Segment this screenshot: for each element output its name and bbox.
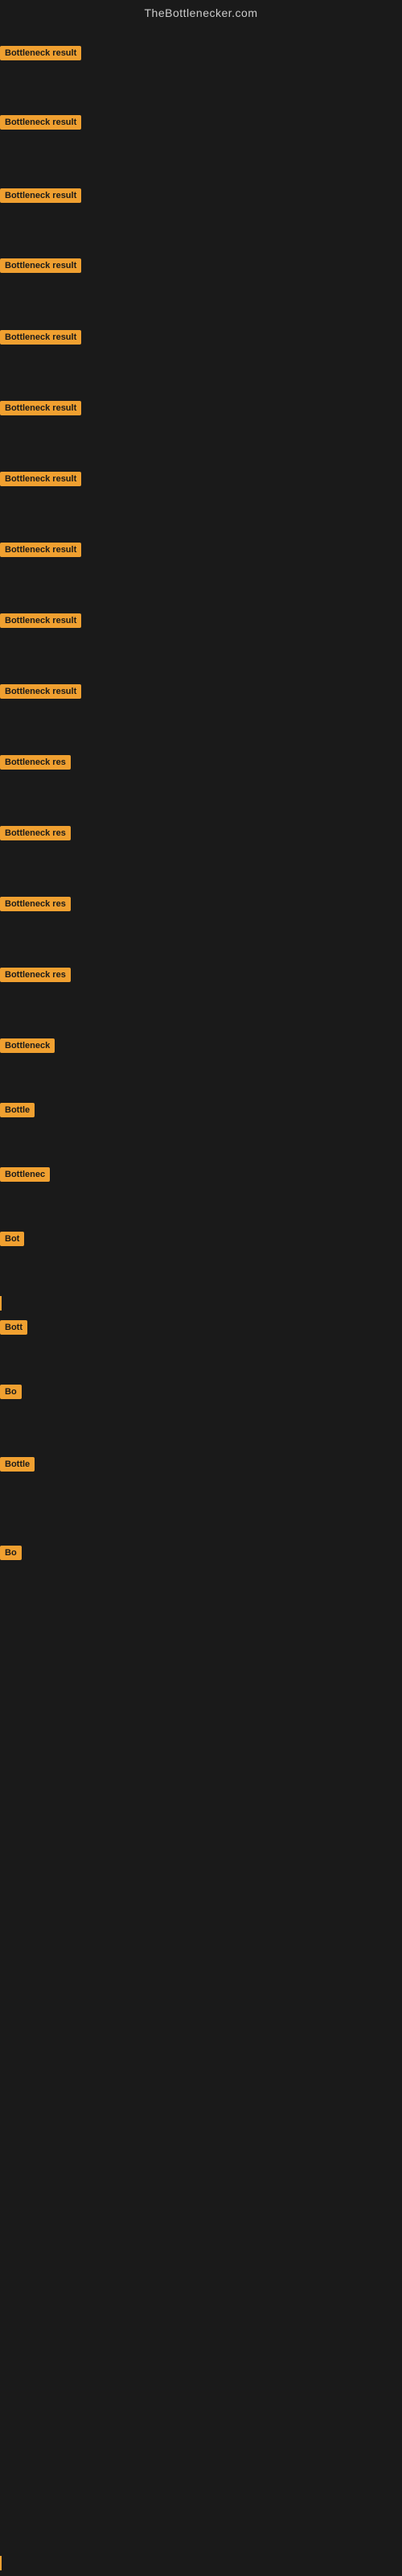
bottleneck-result-item: Bottleneck result <box>0 543 81 561</box>
bottleneck-badge: Bottleneck result <box>0 115 81 130</box>
bottleneck-badge: Bottleneck result <box>0 472 81 486</box>
bottleneck-badge: Bo <box>0 1385 22 1399</box>
bottleneck-badge: Bot <box>0 1232 24 1246</box>
bottleneck-result-item: Bottleneck result <box>0 330 81 349</box>
bottleneck-result-item: Bottleneck result <box>0 258 81 277</box>
bottleneck-badge: Bottleneck res <box>0 755 71 770</box>
bottleneck-badge: Bottleneck result <box>0 401 81 415</box>
bottleneck-badge: Bottleneck result <box>0 613 81 628</box>
bottleneck-badge: Bottleneck result <box>0 330 81 345</box>
bottleneck-badge: Bottleneck <box>0 1038 55 1053</box>
bottleneck-badge: Bottlenec <box>0 1167 50 1182</box>
bottleneck-badge: Bottleneck res <box>0 968 71 982</box>
bottleneck-result-item: Bottleneck res <box>0 755 71 774</box>
bottleneck-result-item: Bottleneck result <box>0 115 81 134</box>
bottleneck-result-item: Bottle <box>0 1457 35 1476</box>
bottleneck-badge: Bottleneck res <box>0 897 71 911</box>
bottleneck-result-item: Bottleneck result <box>0 188 81 207</box>
bottleneck-result-item: Bottleneck result <box>0 46 81 64</box>
bottleneck-result-item: Bo <box>0 1385 22 1403</box>
bottleneck-result-item: Bottleneck result <box>0 684 81 703</box>
cursor-line <box>0 2556 2 2570</box>
bottleneck-badge: Bottleneck result <box>0 684 81 699</box>
bottleneck-result-item: Bottle <box>0 1103 35 1121</box>
bottleneck-badge: Bottleneck result <box>0 46 81 60</box>
bottleneck-result-item: Bottleneck <box>0 1038 55 1057</box>
site-title: TheBottlenecker.com <box>0 0 402 26</box>
bottleneck-result-item: Bottleneck res <box>0 968 71 986</box>
bottleneck-badge: Bottleneck result <box>0 258 81 273</box>
bottleneck-result-item: Bottleneck result <box>0 401 81 419</box>
bottleneck-result-item: Bot <box>0 1232 24 1250</box>
bottleneck-badge: Bottle <box>0 1103 35 1117</box>
bottleneck-result-item: Bottleneck res <box>0 826 71 844</box>
bottleneck-result-item: Bo <box>0 1546 22 1564</box>
bottleneck-result-item: Bottleneck result <box>0 613 81 632</box>
bottleneck-badge: Bo <box>0 1546 22 1560</box>
bottleneck-badge: Bott <box>0 1320 27 1335</box>
bottleneck-result-item: Bottleneck res <box>0 897 71 915</box>
bottleneck-badge: Bottleneck result <box>0 543 81 557</box>
bottleneck-badge: Bottleneck result <box>0 188 81 203</box>
bottleneck-result-item: Bott <box>0 1320 27 1339</box>
bottleneck-result-item: Bottlenec <box>0 1167 50 1186</box>
bottleneck-badge: Bottleneck res <box>0 826 71 840</box>
cursor-line <box>0 1296 2 1311</box>
bottleneck-badge: Bottle <box>0 1457 35 1472</box>
bottleneck-result-item: Bottleneck result <box>0 472 81 490</box>
